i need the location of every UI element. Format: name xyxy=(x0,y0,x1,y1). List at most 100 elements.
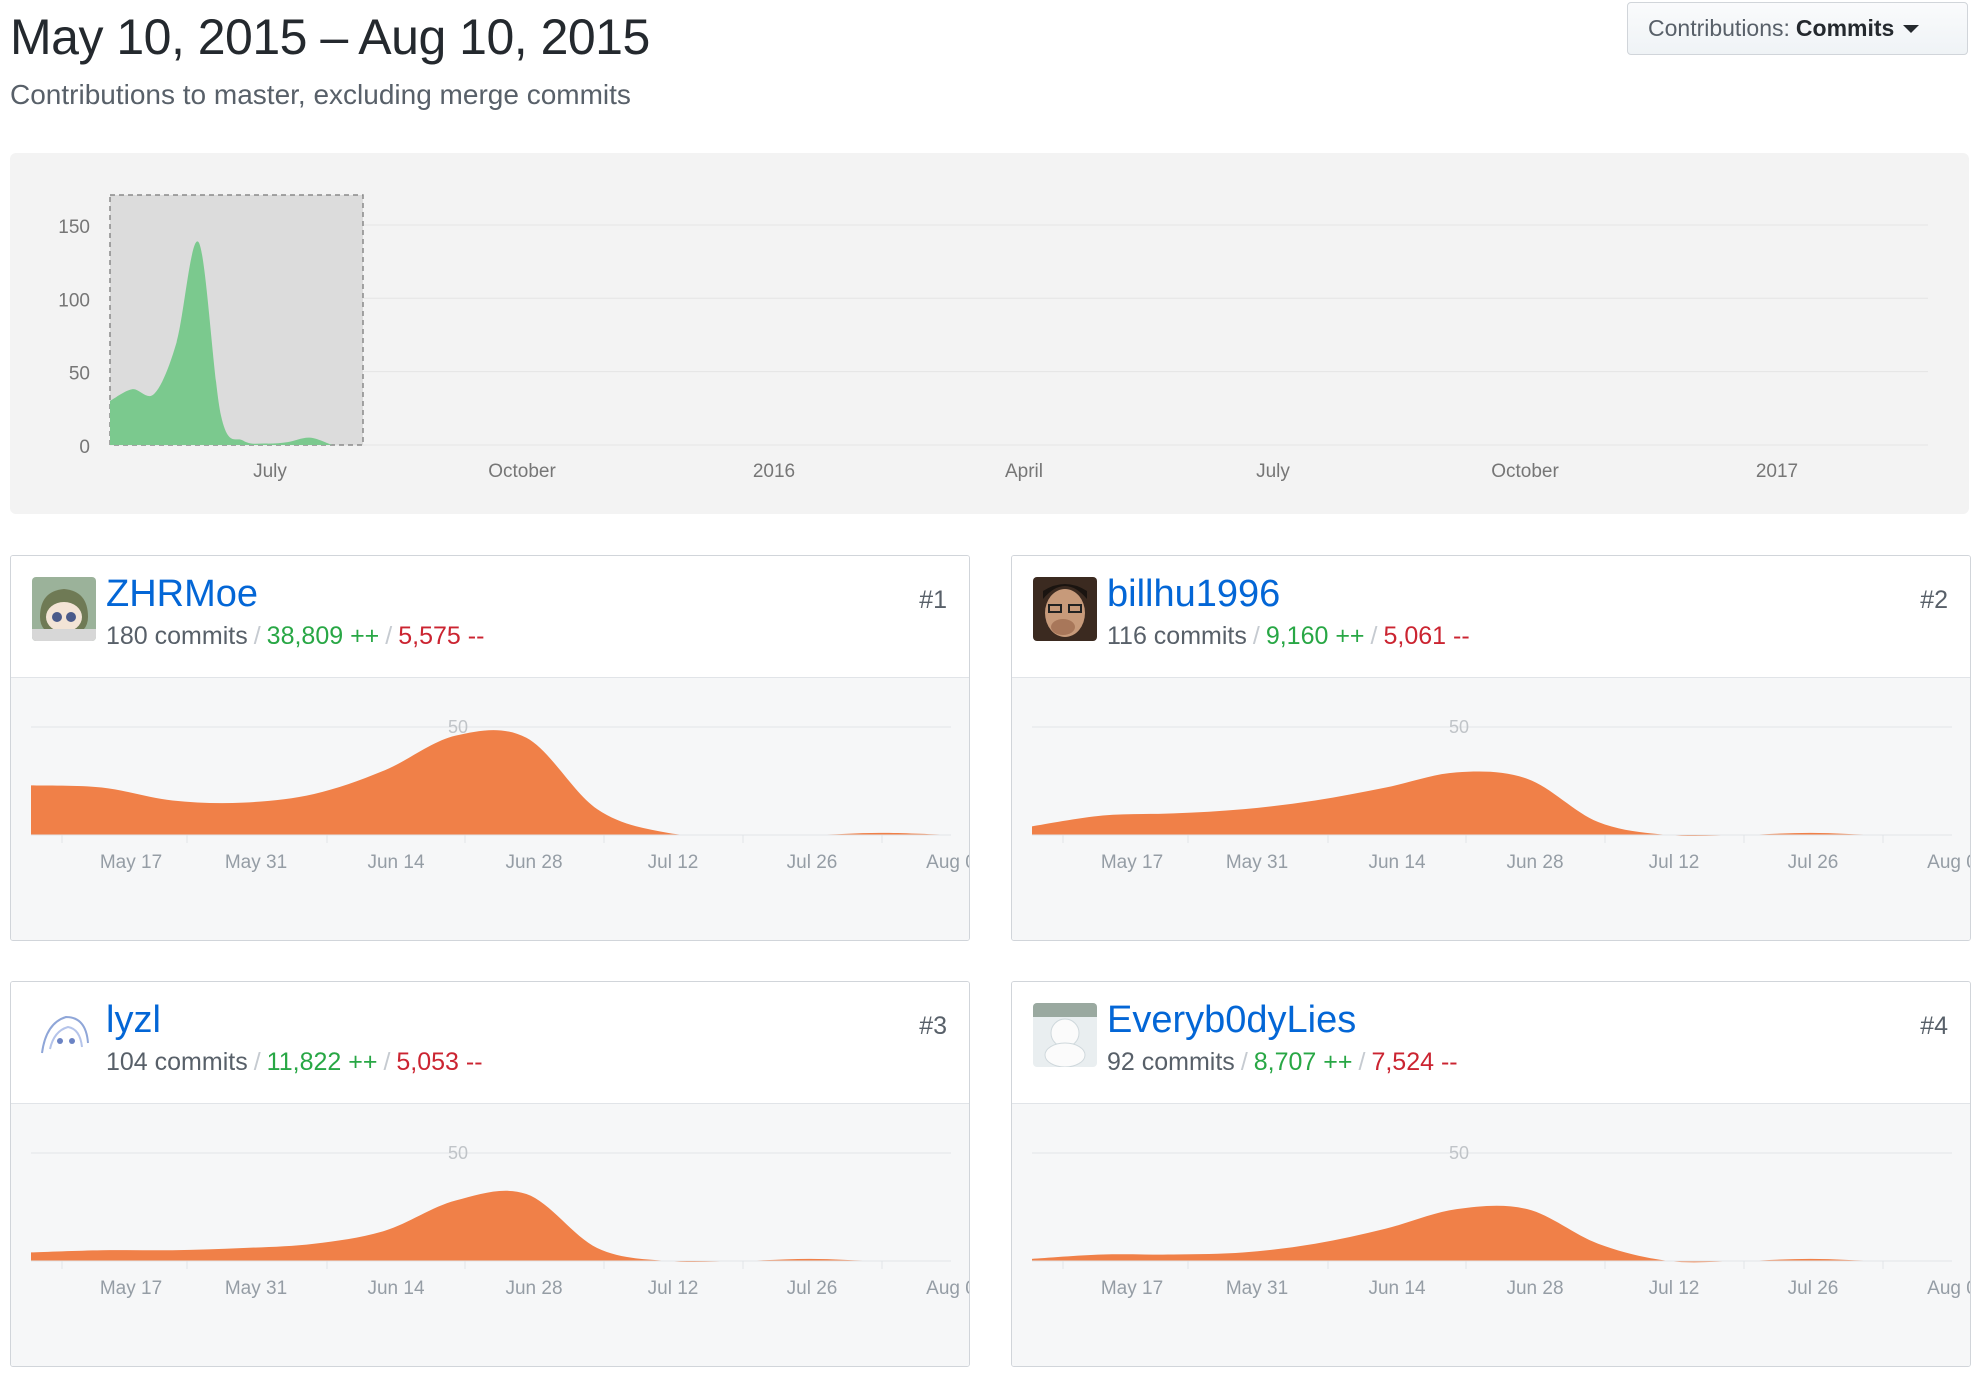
contributor-chart-svg: 50May 17 May 31 Jun 14 Jun 28 Jul 12 Jul 26 Au… xyxy=(31,717,970,873)
stats-separator: / xyxy=(1370,622,1378,650)
page-title: May 10, 2015 – Aug 10, 2015 xyxy=(10,9,650,65)
commit-count[interactable]: 92 commits xyxy=(1107,1048,1235,1076)
contributor-commit-chart[interactable]: 50 May 17 May 31 Jun 14 Jun 28 Jul 12 Jul 26 Au… xyxy=(1012,1104,1971,1366)
deletions-count: 5,061 -- xyxy=(1383,622,1470,650)
stats-separator: / xyxy=(253,622,261,650)
contributor-chart-svg: 50 May 17 May 31 Jun 14 Jun 28 Jul 12 Jul 26 Au… xyxy=(1032,717,1971,873)
overview-x-tick: October xyxy=(488,461,556,482)
overview-chart[interactable]: 0 50 100 150 July October 2016 April July October… xyxy=(10,153,1969,514)
overview-x-tick: July xyxy=(1256,461,1290,482)
chart-x-tick: May 31 xyxy=(1226,852,1288,873)
stats-separator: / xyxy=(383,1048,391,1076)
contributor-card-header: Everyb0dyLies 92 commits/8,707 ++/7,524 -… xyxy=(1012,982,1970,1104)
anime-avatar-icon[interactable] xyxy=(32,577,96,641)
deletions-count: 5,575 -- xyxy=(398,622,485,650)
overview-x-tick: 2017 xyxy=(1756,461,1798,482)
chart-x-tick: May 31 xyxy=(225,852,287,873)
chart-x-tick: May 17 xyxy=(1101,1278,1163,1299)
photo-avatar-icon[interactable] xyxy=(1033,577,1097,641)
chart-x-tick: Jun 28 xyxy=(505,1278,562,1299)
chart-x-tick: Jul 12 xyxy=(648,852,699,873)
chart-x-tick: Jun 14 xyxy=(1368,852,1425,873)
contributor-chart-svg: 50 May 17 May 31 Jun 14 Jun 28 Jul 12 Jul 26 Au… xyxy=(31,1143,970,1299)
contributor-card: billhu1996 116 commits/9,160 ++/5,061 -- #… xyxy=(1011,555,1971,941)
chart-x-tick: Jul 26 xyxy=(787,1278,838,1299)
contributor-card-header: lyzl 104 commits/11,822 ++/5,053 -- #3 xyxy=(11,982,969,1104)
chart-y-tick: 50 xyxy=(448,1143,468,1163)
contributor-username-link[interactable]: lyzl xyxy=(106,999,161,1042)
chart-x-tick: Aug 0 xyxy=(926,1278,970,1299)
commit-count[interactable]: 180 commits xyxy=(106,622,248,650)
commit-area-series xyxy=(1032,771,1952,837)
chart-x-tick: Jul 12 xyxy=(1649,852,1700,873)
contributor-chart-svg: 50May 17 May 31 Jun 14 Jun 28 Jul 12 Jul 26 Au… xyxy=(1032,1143,1971,1299)
stats-separator: / xyxy=(253,1048,261,1076)
deletions-count: 7,524 -- xyxy=(1371,1048,1458,1076)
contributor-username-link[interactable]: billhu1996 xyxy=(1107,573,1280,616)
caret-down-icon xyxy=(1903,24,1920,33)
stats-separator: / xyxy=(1252,622,1260,650)
commit-count[interactable]: 116 commits xyxy=(1107,622,1247,650)
chart-x-tick: Jun 14 xyxy=(1368,1278,1425,1299)
overview-x-tick: July xyxy=(253,461,287,482)
contributor-rank: #2 xyxy=(1920,586,1948,614)
chart-x-tick: Jul 12 xyxy=(1649,1278,1700,1299)
chart-y-tick: 50 xyxy=(1449,717,1469,737)
chart-x-tick: May 17 xyxy=(100,1278,162,1299)
stats-separator: / xyxy=(385,622,393,650)
contributor-card-header: ZHRMoe 180 commits/38,809 ++/5,575 -- #1 xyxy=(11,556,969,678)
chart-x-tick: Jul 26 xyxy=(787,852,838,873)
overview-chart-svg: 0 50 100 150 July October 2016 April July October… xyxy=(58,194,1928,482)
page-subtitle: Contributions to master, excluding merge… xyxy=(10,79,631,110)
contributor-stats: 104 commits/11,822 ++/5,053 -- xyxy=(106,1048,483,1077)
chart-x-tick: Aug 0 xyxy=(1927,852,1971,873)
chart-x-tick: Aug 0 xyxy=(926,852,970,873)
chart-x-tick: May 31 xyxy=(1226,1278,1288,1299)
additions-count: 8,707 ++ xyxy=(1253,1048,1353,1076)
contributor-stats: 92 commits/8,707 ++/7,524 -- xyxy=(1107,1048,1458,1077)
chart-x-tick: May 31 xyxy=(225,1278,287,1299)
contributor-commit-chart[interactable]: 50 May 17 May 31 Jun 14 Jun 28 Jul 12 Jul 26 Au… xyxy=(11,678,970,940)
stats-separator: / xyxy=(1240,1048,1248,1076)
contributor-rank: #1 xyxy=(919,586,947,614)
overview-y-tick: 100 xyxy=(58,290,90,311)
chart-x-tick: Aug 0 xyxy=(1927,1278,1971,1299)
contributor-rank: #4 xyxy=(1920,1012,1948,1040)
overview-x-tick: October xyxy=(1491,461,1559,482)
contributor-stats: 180 commits/38,809 ++/5,575 -- xyxy=(106,622,484,651)
contributor-username-link[interactable]: Everyb0dyLies xyxy=(1107,999,1356,1042)
additions-count: 11,822 ++ xyxy=(266,1048,378,1076)
additions-count: 38,809 ++ xyxy=(266,622,380,650)
chart-x-tick: Jul 26 xyxy=(1788,852,1839,873)
chart-x-tick: May 17 xyxy=(1101,852,1163,873)
chart-x-tick: Jul 12 xyxy=(648,1278,699,1299)
additions-count: 9,160 ++ xyxy=(1265,622,1365,650)
contributor-commit-chart[interactable]: 50 May 17 May 31 Jun 14 Jun 28 Jul 12 Jul 26 Au… xyxy=(1012,678,1971,940)
stats-separator: / xyxy=(1358,1048,1366,1076)
sketch-avatar-icon[interactable] xyxy=(32,1003,96,1067)
chart-x-tick: Jun 28 xyxy=(1506,852,1563,873)
overview-x-tick: April xyxy=(1005,461,1043,482)
chart-x-tick: Jul 26 xyxy=(1788,1278,1839,1299)
commit-area-series xyxy=(1032,1205,1952,1263)
chart-x-tick: Jun 28 xyxy=(1506,1278,1563,1299)
contributor-commit-chart[interactable]: 50 May 17 May 31 Jun 14 Jun 28 Jul 12 Jul 26 Au… xyxy=(11,1104,970,1366)
overview-y-tick: 50 xyxy=(69,364,90,385)
commit-area-series xyxy=(31,730,951,836)
commit-count[interactable]: 104 commits xyxy=(106,1048,248,1076)
chart-x-tick: Jun 28 xyxy=(505,852,562,873)
contributions-type-select[interactable]: Contributions: Commits xyxy=(1627,2,1968,55)
contributor-rank: #3 xyxy=(919,1012,947,1040)
overview-x-tick: 2016 xyxy=(753,461,795,482)
deletions-count: 5,053 -- xyxy=(396,1048,483,1076)
contributor-card: lyzl 104 commits/11,822 ++/5,053 -- #3 50 Ma… xyxy=(10,981,970,1367)
overview-y-tick: 150 xyxy=(58,217,90,238)
contributor-card: ZHRMoe 180 commits/38,809 ++/5,575 -- #1 50… xyxy=(10,555,970,941)
contributor-username-link[interactable]: ZHRMoe xyxy=(106,573,258,616)
chart-x-tick: Jun 14 xyxy=(367,1278,424,1299)
overview-y-tick: 0 xyxy=(79,437,90,458)
commit-area-series xyxy=(31,1190,951,1263)
snowman-avatar-icon[interactable] xyxy=(1033,1003,1097,1067)
contributor-card: Everyb0dyLies 92 commits/8,707 ++/7,524 -… xyxy=(1011,981,1971,1367)
chart-x-tick: Jun 14 xyxy=(367,852,424,873)
